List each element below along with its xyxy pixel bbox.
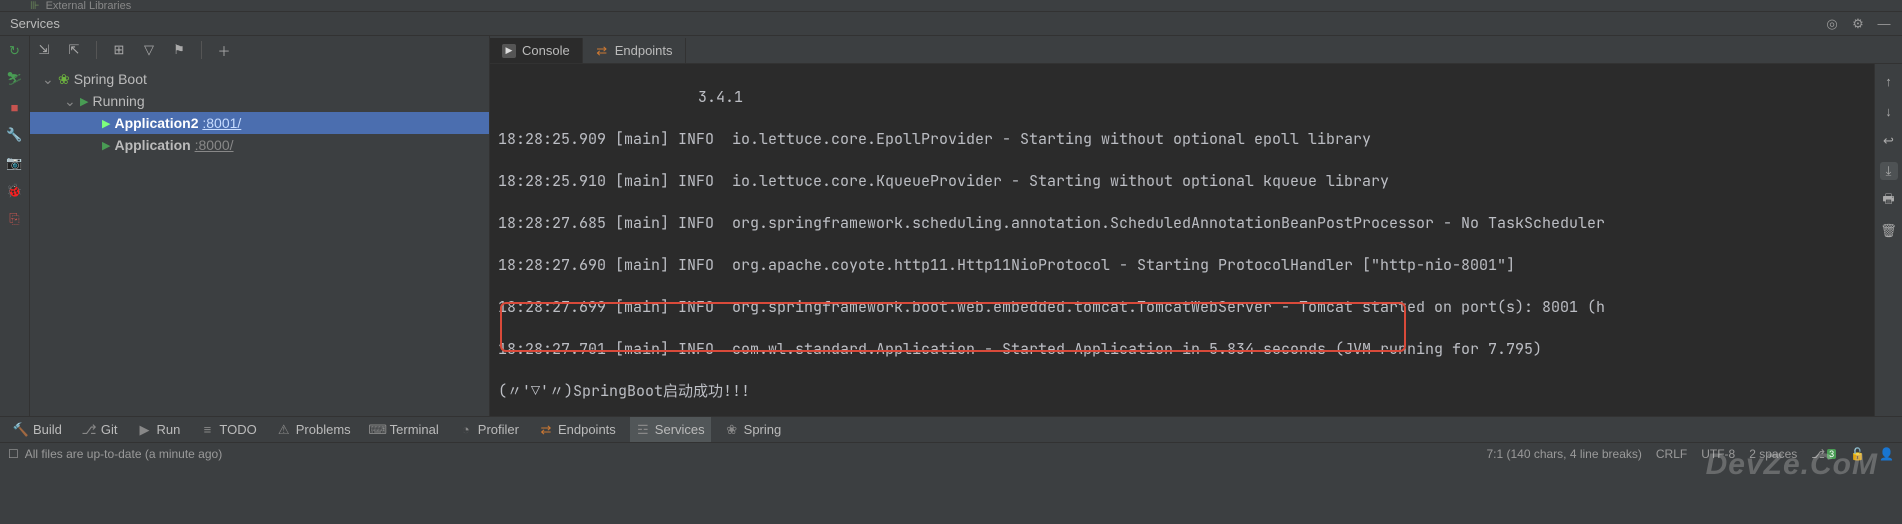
print-icon[interactable]: 🖶: [1880, 192, 1898, 210]
tool-services[interactable]: ☲Services: [630, 417, 711, 442]
status-message: All files are up-to-date (a minute ago): [25, 447, 222, 461]
target-icon[interactable]: ◎: [1824, 16, 1840, 32]
log-line: (〃'▽'〃)SpringBoot启动成功!!!: [498, 380, 1894, 402]
exit-icon[interactable]: ⎘: [6, 210, 24, 228]
spring-version: 3.4.1: [498, 86, 1894, 108]
status-bar: ☐ All files are up-to-date (a minute ago…: [0, 442, 1902, 464]
scroll-up-icon[interactable]: ↑: [1880, 72, 1898, 90]
camera-icon[interactable]: 📷: [6, 154, 24, 172]
scroll-to-end-icon[interactable]: ⤓: [1880, 162, 1898, 180]
clear-icon[interactable]: 🗑: [1880, 222, 1898, 240]
todo-icon: ≡: [200, 423, 214, 437]
tree-node-running[interactable]: ⌄ ▶ Running: [30, 90, 489, 112]
hammer-icon: 🔨: [14, 423, 28, 437]
services-icon: ☲: [636, 423, 650, 437]
git-branch-status[interactable]: ⎇ 3: [1811, 447, 1836, 461]
tool-problems[interactable]: ⚠Problems: [271, 417, 357, 442]
tree-node-app1[interactable]: ▶ Application2 :8001/: [30, 112, 489, 134]
chevron-down-icon: ⌄: [64, 93, 76, 110]
tool-terminal[interactable]: ⌨Terminal: [365, 417, 445, 442]
tree-node-app2[interactable]: ▶ Application :8000/: [30, 134, 489, 156]
rerun-debug-icon[interactable]: ⛷: [6, 70, 24, 88]
bug-green-icon[interactable]: 🐞: [6, 182, 24, 200]
log-line: 18:28:27.685 [main] INFO org.springframe…: [498, 212, 1894, 234]
scroll-down-icon[interactable]: ↓: [1880, 102, 1898, 120]
run-status-icon: ▶: [80, 95, 88, 108]
add-icon[interactable]: ＋: [216, 42, 232, 58]
tree-label-running: Running: [92, 93, 144, 109]
console-output[interactable]: 3.4.1 18:28:25.909 [main] INFO io.lettuc…: [490, 64, 1902, 416]
git-branch-icon: ⎇: [82, 423, 96, 437]
console-right-gutter: ↑ ↓ ↩ ⤓ 🖶 🗑: [1874, 64, 1902, 416]
tool-git[interactable]: ⎇Git: [76, 417, 124, 442]
run-icon: ▶: [138, 423, 152, 437]
services-tree[interactable]: ⌄ ❀ Spring Boot ⌄ ▶ Running ▶ Applicatio…: [30, 64, 489, 160]
console-tab-icon: ▶: [502, 44, 516, 58]
log-line: 18:28:25.910 [main] INFO io.lettuce.core…: [498, 170, 1894, 192]
log-line: 18:28:25.909 [main] INFO io.lettuce.core…: [498, 128, 1894, 150]
project-tree-remnant: ⊪ External Libraries: [0, 0, 1902, 12]
gear-icon[interactable]: ⚙: [1850, 16, 1866, 32]
expand-all-icon[interactable]: ⇲: [36, 42, 52, 58]
profiler-icon: ◔: [459, 423, 473, 437]
tool-endpoints[interactable]: ⇄Endpoints: [533, 417, 622, 442]
run-status-icon: ▶: [102, 139, 110, 152]
tab-console-label: Console: [522, 43, 570, 58]
console-tabs: ▶ Console ⇄ Endpoints: [490, 36, 1902, 64]
caret-position[interactable]: 7:1 (140 chars, 4 line breaks): [1486, 447, 1641, 461]
tab-endpoints[interactable]: ⇄ Endpoints: [583, 38, 686, 63]
soft-wrap-icon[interactable]: ↩: [1880, 132, 1898, 150]
terminal-icon: ⌨: [371, 423, 385, 437]
services-tree-panel: ⇲ ⇱ ⊞ ▽ ⚑ ＋ ⌄ ❀ Spring Boot ⌄ ▶ Running …: [30, 36, 490, 416]
line-separator[interactable]: CRLF: [1656, 447, 1687, 461]
run-status-icon: ▶: [102, 117, 110, 130]
log-line: 18:28:27.699 [main] INFO org.springframe…: [498, 296, 1894, 318]
tool-profiler[interactable]: ◔Profiler: [453, 417, 525, 442]
panel-title: Services: [10, 16, 60, 31]
minimize-icon[interactable]: —: [1876, 16, 1892, 32]
spring-icon: ❀: [58, 71, 70, 88]
tab-console[interactable]: ▶ Console: [490, 38, 583, 63]
endpoints-icon: ⇄: [539, 423, 553, 437]
rerun-icon[interactable]: ↻: [6, 42, 24, 60]
chevron-down-icon: ⌄: [42, 71, 54, 88]
warning-icon: ⚠: [277, 423, 291, 437]
wrench-icon[interactable]: 🔧: [6, 126, 24, 144]
tool-build[interactable]: 🔨Build: [8, 417, 68, 442]
tool-window-bar: 🔨Build ⎇Git ▶Run ≡TODO ⚠Problems ⌨Termin…: [0, 416, 1902, 442]
grid-icon[interactable]: ⊞: [111, 42, 127, 58]
file-encoding[interactable]: UTF-8: [1701, 447, 1735, 461]
tool-spring[interactable]: ❀Spring: [719, 417, 788, 442]
tree-node-springboot[interactable]: ⌄ ❀ Spring Boot: [30, 68, 489, 90]
stop-icon[interactable]: ■: [6, 98, 24, 116]
bookmark-icon[interactable]: ⚑: [171, 42, 187, 58]
services-panel-header: Services ◎ ⚙ —: [0, 12, 1902, 36]
log-line: 18:28:27.701 [main] INFO com.wl.standard…: [498, 338, 1894, 360]
collapse-all-icon[interactable]: ⇱: [66, 42, 82, 58]
vcs-status-icon[interactable]: ☐: [8, 447, 19, 461]
tree-label-root: Spring Boot: [74, 71, 147, 87]
run-gutter: ↻ ⛷ ■ 🔧 📷 🐞 ⎘: [0, 36, 30, 416]
console-panel: ▶ Console ⇄ Endpoints 3.4.1 18:28:25.909…: [490, 36, 1902, 416]
endpoints-tab-icon: ⇄: [595, 44, 609, 58]
spring-icon: ❀: [725, 423, 739, 437]
log-line: 18:28:27.690 [main] INFO org.apache.coyo…: [498, 254, 1894, 276]
indent-setting[interactable]: 2 spaces: [1749, 447, 1797, 461]
tool-run[interactable]: ▶Run: [132, 417, 187, 442]
tab-endpoints-label: Endpoints: [615, 43, 673, 58]
tool-todo[interactable]: ≡TODO: [194, 417, 262, 442]
tree-label-app1: Application2 :8001/: [114, 115, 241, 131]
filter-icon[interactable]: ▽: [141, 42, 157, 58]
inspection-indicator[interactable]: 👤: [1879, 447, 1894, 461]
tree-toolbar: ⇲ ⇱ ⊞ ▽ ⚑ ＋: [30, 36, 489, 64]
readonly-lock-icon[interactable]: 🔓: [1850, 447, 1865, 461]
tree-label-app2: Application :8000/: [114, 137, 233, 153]
